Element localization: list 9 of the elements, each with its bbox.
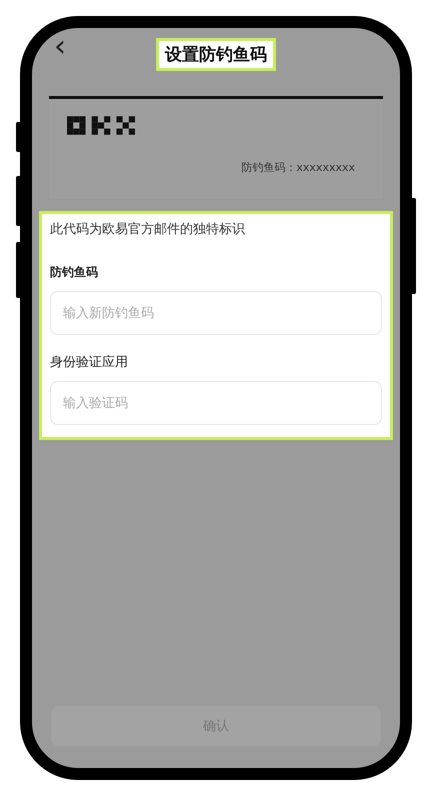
back-button[interactable]: ‹ (54, 32, 66, 62)
description-text: 此代码为欧易官方邮件的独特标识 (50, 221, 246, 238)
field-label: 身份验证应用 (50, 354, 129, 371)
field-label: 防钓鱼码 (50, 264, 99, 281)
input-field[interactable]: 输入验证码 (50, 381, 382, 425)
logo-icon (67, 115, 135, 136)
code-label: 防钓鱼码：xxxxxxxxx (241, 160, 355, 175)
input-field[interactable]: 输入新防钓鱼码 (50, 291, 382, 335)
page-title: 设置防钓鱼码 (156, 38, 276, 70)
